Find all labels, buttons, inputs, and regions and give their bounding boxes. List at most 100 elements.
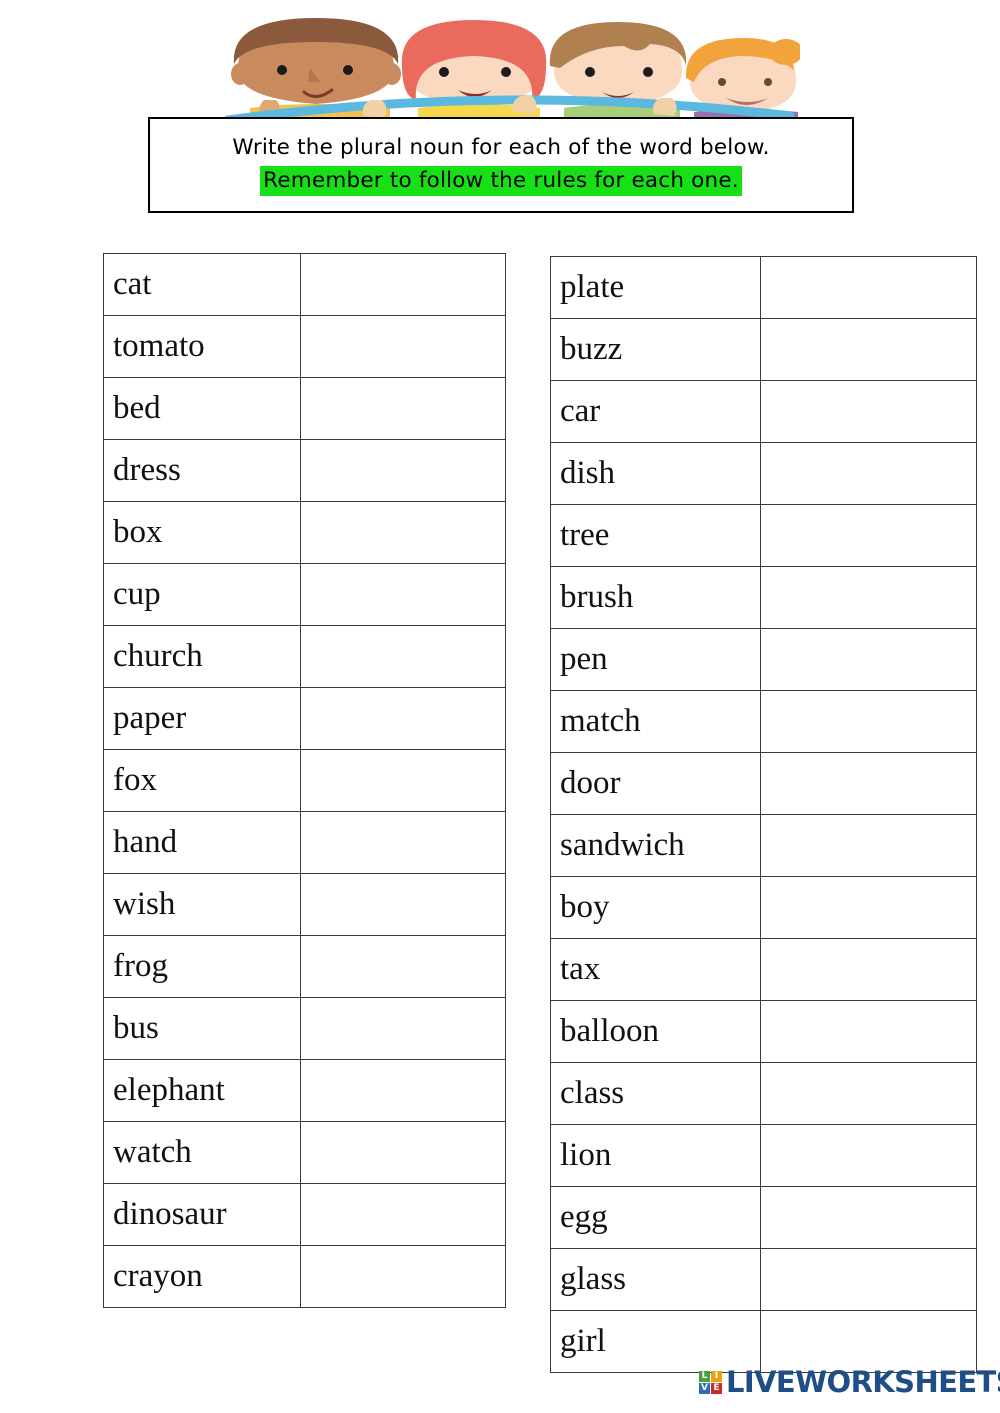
table-row: cat <box>103 253 506 316</box>
table-row: watch <box>103 1121 506 1184</box>
table-row: wish <box>103 873 506 936</box>
answer-input-cell[interactable] <box>300 625 506 688</box>
table-row: egg <box>550 1186 977 1249</box>
logo-tile-l: L <box>699 1370 710 1382</box>
instruction-line-2-highlighted: Remember to follow the rules for each on… <box>260 165 742 196</box>
word-table-right: plate buzz car dish tree brush pen match door san… <box>550 256 977 1373</box>
table-row: tomato <box>103 315 506 378</box>
answer-input-cell[interactable] <box>760 876 977 939</box>
word-cell: bed <box>103 377 301 440</box>
instruction-box: Write the plural noun for each of the wo… <box>148 117 854 213</box>
table-row: bus <box>103 997 506 1060</box>
answer-input-cell[interactable] <box>760 380 977 443</box>
word-cell: match <box>550 690 761 753</box>
word-cell: door <box>550 752 761 815</box>
answer-input-cell[interactable] <box>760 752 977 815</box>
word-cell: cat <box>103 253 301 316</box>
logo-tiles: LIVE <box>699 1370 722 1394</box>
answer-input-cell[interactable] <box>760 566 977 629</box>
table-row: glass <box>550 1248 977 1311</box>
answer-input-cell[interactable] <box>300 501 506 564</box>
answer-input-cell[interactable] <box>300 749 506 812</box>
answer-input-cell[interactable] <box>760 442 977 505</box>
table-row: elephant <box>103 1059 506 1122</box>
answer-input-cell[interactable] <box>300 439 506 502</box>
answer-input-cell[interactable] <box>760 814 977 877</box>
answer-input-cell[interactable] <box>760 256 977 319</box>
word-cell: dinosaur <box>103 1183 301 1246</box>
word-cell: class <box>550 1062 761 1125</box>
answer-input-cell[interactable] <box>300 935 506 998</box>
word-cell: elephant <box>103 1059 301 1122</box>
table-row: lion <box>550 1124 977 1187</box>
word-cell: cup <box>103 563 301 626</box>
word-cell: tax <box>550 938 761 1001</box>
table-row: match <box>550 690 977 753</box>
word-cell: frog <box>103 935 301 998</box>
logo-wordmark: LIVEWORKSHEETS <box>726 1364 1000 1399</box>
table-row: plate <box>550 256 977 319</box>
word-cell: brush <box>550 566 761 629</box>
table-row: boy <box>550 876 977 939</box>
answer-input-cell[interactable] <box>300 1183 506 1246</box>
word-cell: tree <box>550 504 761 567</box>
table-row: dish <box>550 442 977 505</box>
table-row: frog <box>103 935 506 998</box>
answer-input-cell[interactable] <box>760 938 977 1001</box>
header-illustration <box>220 12 800 122</box>
word-cell: plate <box>550 256 761 319</box>
answer-input-cell[interactable] <box>760 1124 977 1187</box>
instruction-line-1: Write the plural noun for each of the wo… <box>232 135 770 161</box>
word-cell: box <box>103 501 301 564</box>
word-table-left: cat tomato bed dress box cup church paper fox han… <box>103 253 506 1308</box>
table-row: balloon <box>550 1000 977 1063</box>
table-row: class <box>550 1062 977 1125</box>
answer-input-cell[interactable] <box>300 811 506 874</box>
table-row: church <box>103 625 506 688</box>
answer-input-cell[interactable] <box>760 1248 977 1311</box>
answer-input-cell[interactable] <box>760 1062 977 1125</box>
answer-input-cell[interactable] <box>760 1000 977 1063</box>
word-cell: balloon <box>550 1000 761 1063</box>
answer-input-cell[interactable] <box>760 1186 977 1249</box>
answer-input-cell[interactable] <box>300 377 506 440</box>
table-row: buzz <box>550 318 977 381</box>
word-cell: buzz <box>550 318 761 381</box>
table-row: hand <box>103 811 506 874</box>
liveworksheets-logo: LIVE LIVEWORKSHEETS <box>699 1364 1000 1400</box>
answer-input-cell[interactable] <box>300 997 506 1060</box>
word-cell: crayon <box>103 1245 301 1308</box>
answer-input-cell[interactable] <box>300 873 506 936</box>
word-cell: boy <box>550 876 761 939</box>
table-row: tree <box>550 504 977 567</box>
answer-input-cell[interactable] <box>300 1121 506 1184</box>
table-right-body: plate buzz car dish tree brush pen match door san… <box>550 256 977 1373</box>
answer-input-cell[interactable] <box>760 318 977 381</box>
table-row: car <box>550 380 977 443</box>
answer-input-cell[interactable] <box>300 563 506 626</box>
answer-input-cell[interactable] <box>760 628 977 691</box>
answer-input-cell[interactable] <box>300 253 506 316</box>
answer-input-cell[interactable] <box>300 1245 506 1308</box>
word-cell: sandwich <box>550 814 761 877</box>
answer-input-cell[interactable] <box>300 315 506 378</box>
logo-tile-e: E <box>711 1382 722 1394</box>
word-cell: dish <box>550 442 761 505</box>
answer-input-cell[interactable] <box>760 690 977 753</box>
word-cell: lion <box>550 1124 761 1187</box>
answer-input-cell[interactable] <box>300 1059 506 1122</box>
word-cell: egg <box>550 1186 761 1249</box>
word-cell: watch <box>103 1121 301 1184</box>
answer-input-cell[interactable] <box>300 687 506 750</box>
answer-input-cell[interactable] <box>760 504 977 567</box>
word-cell: bus <box>103 997 301 1060</box>
word-cell: dress <box>103 439 301 502</box>
table-row: sandwich <box>550 814 977 877</box>
logo-tile-i: I <box>711 1370 722 1382</box>
table-row: dress <box>103 439 506 502</box>
table-row: bed <box>103 377 506 440</box>
table-row: cup <box>103 563 506 626</box>
word-cell: paper <box>103 687 301 750</box>
word-cell: church <box>103 625 301 688</box>
table-row: crayon <box>103 1245 506 1308</box>
